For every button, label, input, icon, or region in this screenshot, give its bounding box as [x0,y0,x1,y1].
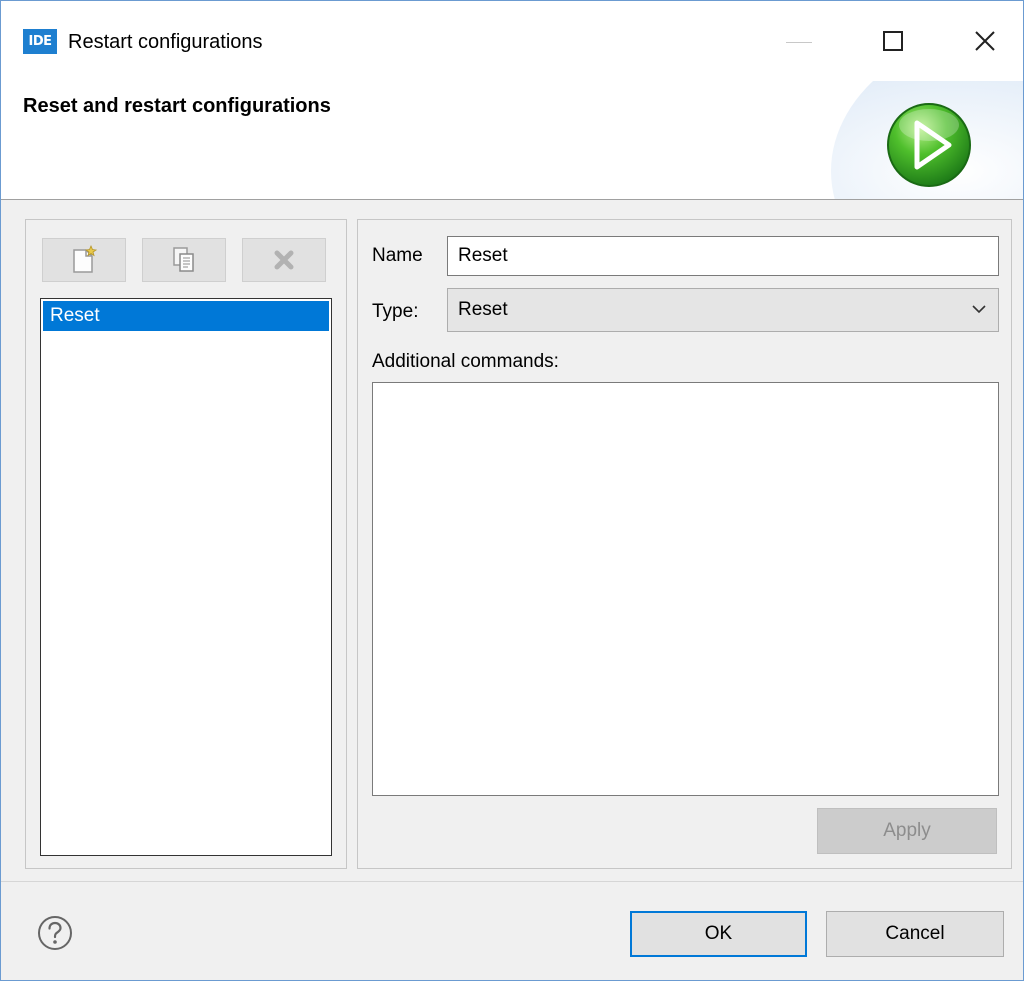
close-button[interactable] [939,1,1024,81]
name-input[interactable] [447,236,999,276]
footer-separator [1,881,1023,882]
new-config-icon [73,245,97,273]
help-icon[interactable] [37,915,73,951]
banner-separator [1,199,1023,200]
delete-config-button[interactable] [242,238,326,282]
apply-button[interactable]: Apply [817,808,997,854]
maximize-icon [883,31,903,51]
app-icon: IDE [23,29,57,54]
chevron-down-icon [972,305,986,314]
list-item[interactable]: Reset [43,301,329,331]
close-icon [975,31,995,51]
restart-configurations-dialog: IDE Restart configurations Reset and res… [0,0,1024,981]
title-bar: IDE Restart configurations [1,1,1023,81]
type-label: Type: [372,301,419,322]
minimize-button[interactable] [753,1,845,81]
config-details-panel: Name Type: Reset Additional commands: Ap… [357,219,1012,869]
additional-commands-textarea[interactable] [372,382,999,796]
delete-config-icon [274,250,294,270]
config-list-panel: Reset [25,219,347,869]
new-config-button[interactable] [42,238,126,282]
maximize-button[interactable] [847,1,939,81]
minimize-icon [786,41,812,43]
name-label: Name [372,245,423,266]
ok-button[interactable]: OK [630,911,807,957]
copy-config-icon [173,247,194,272]
additional-commands-label: Additional commands: [372,351,559,372]
type-dropdown[interactable]: Reset [447,288,999,332]
window-title: Restart configurations [68,31,263,53]
type-selected-value: Reset [458,299,508,320]
banner-title: Reset and restart configurations [23,95,331,117]
copy-config-button[interactable] [142,238,226,282]
config-list[interactable]: Reset [40,298,332,856]
green-play-icon [887,103,971,187]
cancel-button[interactable]: Cancel [826,911,1004,957]
header-banner: Reset and restart configurations [1,81,1023,199]
